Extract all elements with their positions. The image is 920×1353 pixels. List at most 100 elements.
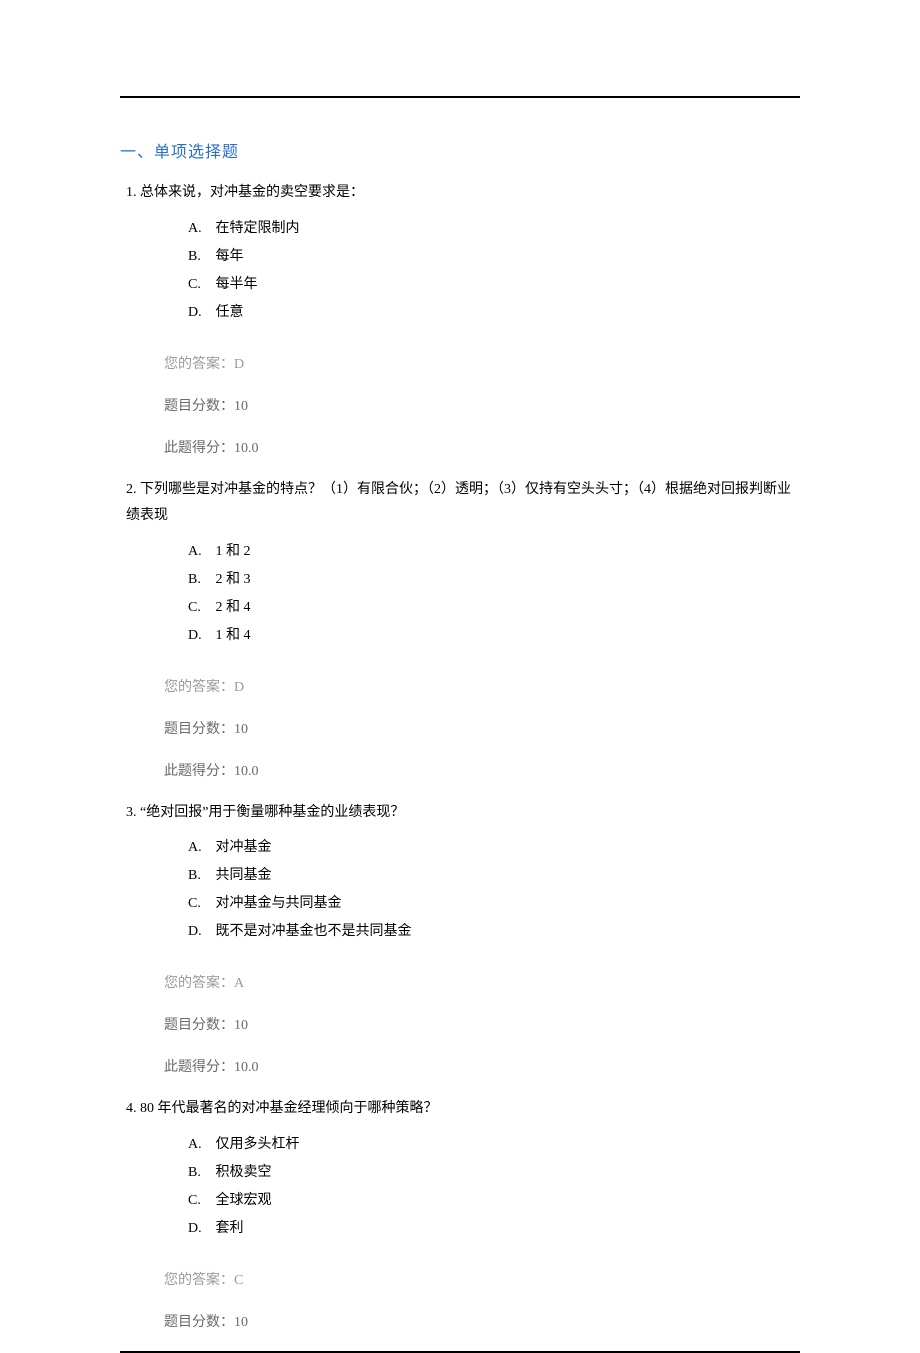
option-row: A. 在特定限制内 (188, 215, 800, 243)
question-points-value: 10 (234, 1315, 248, 1330)
question-stem: 4. 80 年代最著名的对冲基金经理倾向于哪种策略？ (120, 1096, 800, 1123)
your-answer-value: D (234, 680, 244, 695)
your-answer-line: 您的答案：D (164, 674, 800, 702)
your-answer-line: 您的答案：D (164, 351, 800, 379)
question-number: 3. (126, 805, 137, 820)
earned-points-line: 此题得分：10.0 (164, 435, 800, 463)
question-points-line: 题目分数：10 (164, 716, 800, 744)
option-row: B. 共同基金 (188, 862, 800, 890)
options-list: A. 在特定限制内 B. 每年 C. 每半年 D. 任意 (120, 215, 800, 327)
option-row: B. 每年 (188, 243, 800, 271)
option-text: 2 和 3 (216, 572, 251, 587)
question-block: 3. “绝对回报”用于衡量哪种基金的业绩表现？ A. 对冲基金 B. 共同基金 … (120, 800, 800, 1083)
your-answer-value: C (234, 1273, 243, 1288)
option-letter: C. (188, 1187, 212, 1215)
question-number: 2. (126, 482, 137, 497)
question-number: 4. (126, 1101, 137, 1116)
option-row: B. 2 和 3 (188, 566, 800, 594)
option-row: D. 1 和 4 (188, 622, 800, 650)
option-row: C. 全球宏观 (188, 1187, 800, 1215)
option-text: 1 和 2 (216, 544, 251, 559)
question-points-value: 10 (234, 1018, 248, 1033)
earned-points-line: 此题得分：10.0 (164, 758, 800, 786)
option-row: B. 积极卖空 (188, 1159, 800, 1187)
question-stem: 3. “绝对回报”用于衡量哪种基金的业绩表现？ (120, 800, 800, 827)
option-row: D. 既不是对冲基金也不是共同基金 (188, 918, 800, 946)
option-text: 积极卖空 (216, 1165, 272, 1180)
question-text: 总体来说，对冲基金的卖空要求是： (140, 185, 364, 200)
question-points-value: 10 (234, 722, 248, 737)
question-points-value: 10 (234, 399, 248, 414)
your-answer-label: 您的答案： (164, 1273, 234, 1288)
document-page: 一、单项选择题 1. 总体来说，对冲基金的卖空要求是： A. 在特定限制内 B.… (0, 0, 920, 1353)
options-list: A. 1 和 2 B. 2 和 3 C. 2 和 4 D. 1 和 4 (120, 538, 800, 650)
options-list: A. 仅用多头杠杆 B. 积极卖空 C. 全球宏观 D. 套利 (120, 1131, 800, 1243)
option-text: 任意 (216, 305, 244, 320)
option-row: A. 对冲基金 (188, 834, 800, 862)
option-text: 每半年 (216, 277, 258, 292)
feedback-block: 您的答案：D 题目分数：10 此题得分：10.0 (120, 351, 800, 463)
option-text: 1 和 4 (216, 628, 251, 643)
option-letter: A. (188, 215, 212, 243)
feedback-block: 您的答案：A 题目分数：10 此题得分：10.0 (120, 970, 800, 1082)
feedback-block: 您的答案：D 题目分数：10 此题得分：10.0 (120, 674, 800, 786)
option-letter: A. (188, 834, 212, 862)
earned-points-value: 10.0 (234, 1060, 259, 1075)
question-points-label: 题目分数： (164, 1018, 234, 1033)
option-letter: D. (188, 1215, 212, 1243)
question-stem: 1. 总体来说，对冲基金的卖空要求是： (120, 180, 800, 207)
question-points-line: 题目分数：10 (164, 1309, 800, 1337)
earned-points-value: 10.0 (234, 764, 259, 779)
question-block: 1. 总体来说，对冲基金的卖空要求是： A. 在特定限制内 B. 每年 C. 每… (120, 180, 800, 463)
earned-points-value: 10.0 (234, 441, 259, 456)
your-answer-line: 您的答案：C (164, 1267, 800, 1295)
option-letter: A. (188, 538, 212, 566)
option-text: 在特定限制内 (216, 221, 300, 236)
question-block: 4. 80 年代最著名的对冲基金经理倾向于哪种策略？ A. 仅用多头杠杆 B. … (120, 1096, 800, 1337)
option-letter: C. (188, 890, 212, 918)
option-row: D. 任意 (188, 299, 800, 327)
question-text: “绝对回报”用于衡量哪种基金的业绩表现？ (140, 805, 404, 820)
option-text: 对冲基金与共同基金 (216, 896, 342, 911)
question-points-line: 题目分数：10 (164, 1012, 800, 1040)
question-block: 2. 下列哪些是对冲基金的特点？（1）有限合伙；（2）透明；（3）仅持有空头头寸… (120, 477, 800, 786)
option-letter: B. (188, 243, 212, 271)
option-letter: D. (188, 622, 212, 650)
option-row: C. 每半年 (188, 271, 800, 299)
your-answer-value: A (234, 976, 244, 991)
option-text: 2 和 4 (216, 600, 251, 615)
question-number: 1. (126, 185, 137, 200)
option-text: 既不是对冲基金也不是共同基金 (216, 924, 412, 939)
option-letter: D. (188, 918, 212, 946)
section-title: 一、单项选择题 (120, 138, 800, 162)
your-answer-label: 您的答案： (164, 680, 234, 695)
option-letter: B. (188, 1159, 212, 1187)
question-points-line: 题目分数：10 (164, 393, 800, 421)
your-answer-line: 您的答案：A (164, 970, 800, 998)
question-text: 80 年代最著名的对冲基金经理倾向于哪种策略？ (140, 1101, 438, 1116)
earned-points-label: 此题得分： (164, 441, 234, 456)
option-letter: B. (188, 566, 212, 594)
your-answer-label: 您的答案： (164, 976, 234, 991)
option-text: 仅用多头杠杆 (216, 1137, 300, 1152)
option-letter: B. (188, 862, 212, 890)
earned-points-label: 此题得分： (164, 764, 234, 779)
your-answer-label: 您的答案： (164, 357, 234, 372)
earned-points-line: 此题得分：10.0 (164, 1054, 800, 1082)
option-row: A. 1 和 2 (188, 538, 800, 566)
option-text: 套利 (216, 1221, 244, 1236)
option-letter: C. (188, 594, 212, 622)
your-answer-value: D (234, 357, 244, 372)
option-letter: D. (188, 299, 212, 327)
option-text: 对冲基金 (216, 840, 272, 855)
option-letter: C. (188, 271, 212, 299)
option-row: D. 套利 (188, 1215, 800, 1243)
option-text: 全球宏观 (216, 1193, 272, 1208)
options-list: A. 对冲基金 B. 共同基金 C. 对冲基金与共同基金 D. 既不是对冲基金也… (120, 834, 800, 946)
option-text: 每年 (216, 249, 244, 264)
option-row: C. 对冲基金与共同基金 (188, 890, 800, 918)
option-row: C. 2 和 4 (188, 594, 800, 622)
option-letter: A. (188, 1131, 212, 1159)
question-stem: 2. 下列哪些是对冲基金的特点？（1）有限合伙；（2）透明；（3）仅持有空头头寸… (120, 477, 800, 530)
option-text: 共同基金 (216, 868, 272, 883)
